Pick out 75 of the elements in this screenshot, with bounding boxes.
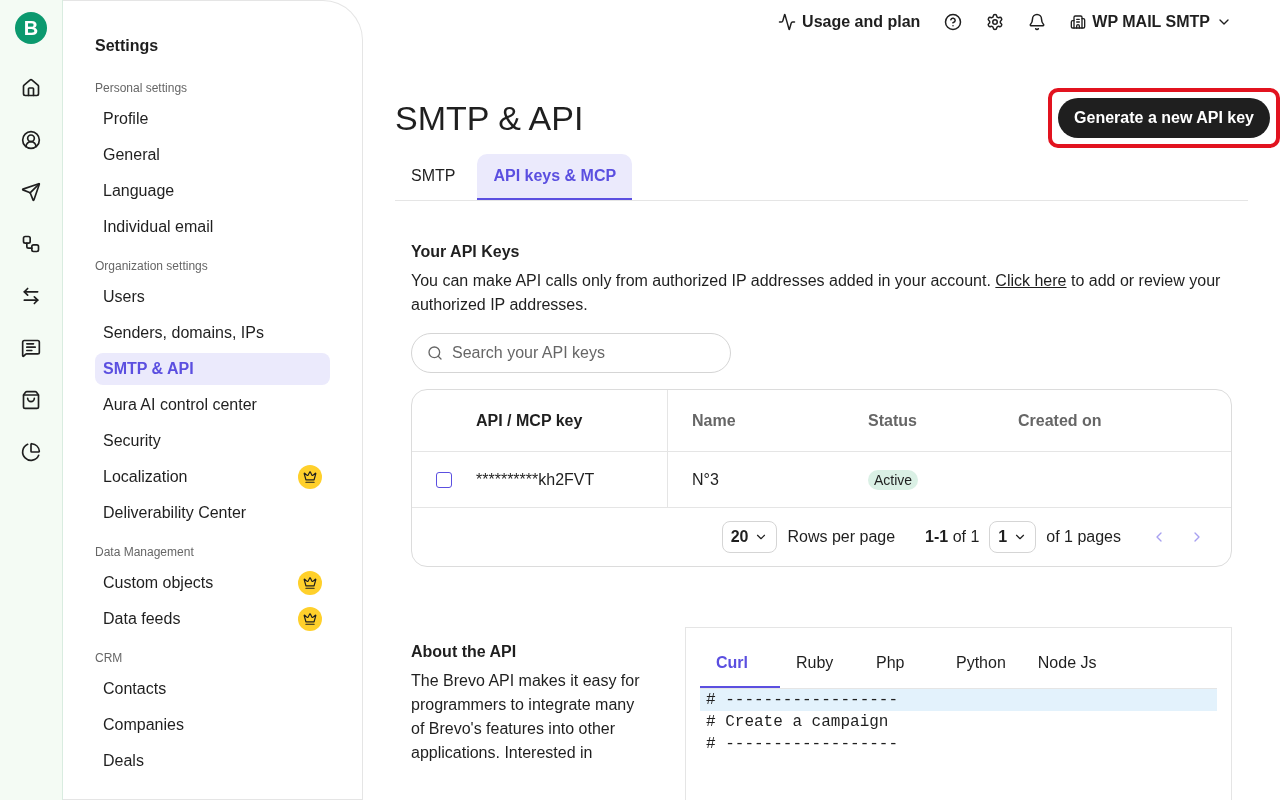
search-field[interactable]: Search your API keys: [411, 333, 731, 373]
nav-item[interactable]: Deals: [95, 745, 330, 777]
column-header: Created on: [1018, 411, 1102, 430]
tab[interactable]: API keys & MCP: [477, 154, 633, 200]
code-line: # ------------------: [705, 734, 900, 755]
code-tab[interactable]: Python: [940, 640, 1022, 688]
pages-text: of 1 pages: [1046, 528, 1121, 546]
section-title: Organization settings: [95, 259, 209, 273]
code-tab[interactable]: Php: [860, 640, 940, 688]
help-icon[interactable]: [944, 13, 963, 31]
nav-label: Deals: [103, 752, 144, 770]
nav-label: SMTP & API: [103, 360, 194, 378]
rows-select[interactable]: 20: [721, 521, 778, 553]
section-heading: Your API Keys: [411, 243, 521, 261]
bell-icon[interactable]: [1028, 13, 1047, 31]
nav-label: Senders, domains, IPs: [103, 324, 264, 342]
column-header: Name: [692, 411, 736, 430]
nav-label: Data feeds: [103, 610, 181, 628]
nav-item[interactable]: Contacts: [95, 673, 330, 705]
row-checkbox[interactable]: [436, 471, 452, 488]
nav-item[interactable]: Language: [95, 175, 330, 207]
nav-label: Security: [103, 432, 161, 450]
settings-icon[interactable]: [986, 13, 1005, 31]
nav-label: Individual email: [103, 218, 214, 236]
nav-item[interactable]: Companies: [95, 709, 330, 741]
section-title: Personal settings: [95, 81, 189, 95]
nav-item[interactable]: Profile: [95, 103, 330, 135]
nav-item[interactable]: Deliverability Center: [95, 497, 330, 529]
about-heading: About the API: [411, 643, 518, 661]
nav-label: Profile: [103, 110, 149, 128]
nav-label: Companies: [103, 716, 184, 734]
page-select[interactable]: 1: [989, 521, 1037, 553]
column-header: API / MCP key: [476, 411, 583, 430]
account-menu[interactable]: WP MAIL SMTP: [1070, 13, 1232, 31]
nav-item[interactable]: Individual email: [95, 211, 330, 243]
range-text: 1-1 of 1: [925, 528, 980, 546]
nav-label: Contacts: [103, 680, 167, 698]
table-cell: **********kh2FVT: [476, 470, 595, 489]
nav-item[interactable]: Data feeds: [95, 603, 330, 635]
nav-label: Users: [103, 288, 145, 306]
rows-label: Rows per page: [787, 528, 896, 546]
section-title: CRM: [95, 651, 124, 665]
code-tab[interactable]: Node Js: [1021, 640, 1113, 688]
nav-label: Localization: [103, 468, 188, 486]
nav-item[interactable]: Custom objects: [95, 567, 330, 599]
nav-label: General: [103, 146, 160, 164]
nav-item[interactable]: General: [95, 139, 330, 171]
nav-label: Aura AI control center: [103, 396, 257, 414]
status-badge: Active: [868, 469, 919, 490]
page-title: SMTP & API: [395, 98, 584, 138]
settings-title: Settings: [95, 37, 160, 55]
table-cell: N°3: [692, 470, 719, 489]
code-line: # Create a campaign: [705, 712, 890, 733]
nav-item[interactable]: Aura AI control center: [95, 389, 330, 421]
nav-item[interactable]: SMTP & API: [95, 353, 330, 385]
nav-label: Deliverability Center: [103, 504, 247, 522]
nav-item[interactable]: Users: [95, 281, 330, 313]
generate-key-button[interactable]: Generate a new API key: [1058, 98, 1270, 138]
column-header: Status: [868, 411, 917, 430]
info-text: You can make API calls only from authorized IP addresses added in your account. Click here to add or review your authorized IP addresses.: [411, 271, 1222, 315]
about-text: The Brevo API makes it easy for programmers to integrate many of Brevo's features into other applications. Interested in: [411, 671, 641, 763]
usage-link[interactable]: Usage and plan: [778, 13, 921, 31]
activity-icon: [778, 13, 797, 31]
nav-label: Language: [103, 182, 175, 200]
logo: B: [15, 12, 47, 44]
building-icon: [1070, 14, 1087, 30]
search-icon: [427, 345, 443, 361]
click-here-link[interactable]: Click here: [995, 272, 1067, 289]
nav-item[interactable]: Security: [95, 425, 330, 457]
tab[interactable]: SMTP: [395, 154, 472, 200]
nav-item[interactable]: Localization: [95, 461, 330, 493]
code-tab[interactable]: Ruby: [780, 640, 860, 688]
section-title: Data Management: [95, 545, 195, 559]
nav-item[interactable]: Senders, domains, IPs: [95, 317, 330, 349]
nav-label: Custom objects: [103, 574, 214, 592]
